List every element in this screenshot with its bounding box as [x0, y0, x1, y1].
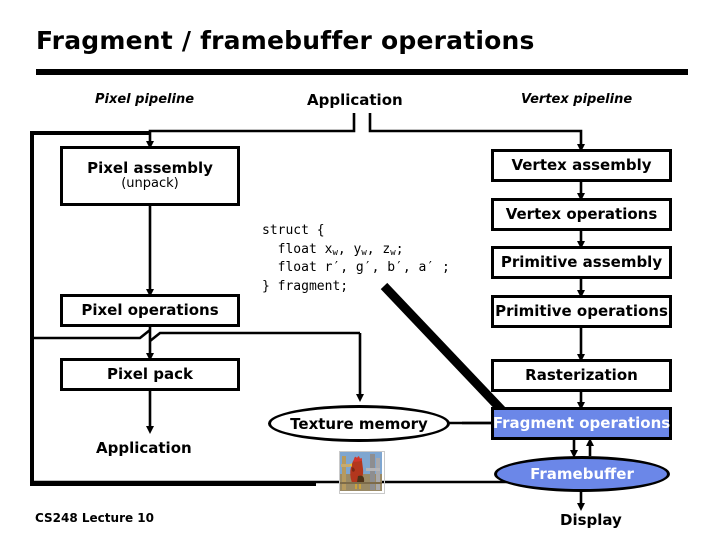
- column-header-vertex-pipeline: Vertex pipeline: [521, 92, 633, 107]
- ellipse-framebuffer[interactable]: Framebuffer: [494, 456, 670, 492]
- box-pixel-pack[interactable]: Pixel pack: [60, 358, 240, 391]
- frame-top-edge: [30, 131, 150, 135]
- title-divider: [36, 69, 688, 75]
- box-fragment-operations-label: Fragment operations: [492, 414, 671, 433]
- box-rasterization-label: Rasterization: [525, 366, 638, 385]
- code-line-2-mid-2: , z: [366, 241, 391, 257]
- code-line-4: } fragment;: [262, 279, 349, 295]
- box-primitive-operations-label: Primitive operations: [495, 302, 668, 321]
- column-header-application: Application: [307, 91, 403, 109]
- box-primitive-assembly[interactable]: Primitive assembly: [491, 246, 672, 279]
- label-application-output: Application: [96, 439, 192, 457]
- code-line-1: struct {: [262, 223, 325, 238]
- label-display: Display: [560, 511, 622, 529]
- box-vertex-assembly-label: Vertex assembly: [511, 156, 652, 175]
- box-pixel-assembly-sublabel: (unpack): [121, 176, 179, 192]
- ellipse-texture-memory[interactable]: Texture memory: [268, 405, 450, 442]
- code-line-3: float r′, g′, b′, a′ ;: [262, 260, 450, 276]
- box-vertex-operations[interactable]: Vertex operations: [491, 198, 672, 231]
- frame-left-edge: [30, 131, 34, 486]
- slide-footer: CS248 Lecture 10: [35, 511, 155, 525]
- ellipse-framebuffer-label: Framebuffer: [530, 465, 634, 483]
- box-primitive-assembly-label: Primitive assembly: [500, 253, 663, 272]
- page-title: Fragment / framebuffer operations: [36, 26, 535, 55]
- slide-canvas: Fragment / framebuffer operations Pixel …: [0, 0, 720, 540]
- box-fragment-operations[interactable]: Fragment operations: [491, 407, 672, 440]
- rooster-photo-icon: [340, 452, 382, 491]
- column-header-pixel-pipeline: Pixel pipeline: [95, 92, 195, 107]
- box-pixel-operations-label: Pixel operations: [81, 301, 219, 320]
- box-pixel-assembly-label: Pixel assembly: [87, 159, 213, 178]
- box-vertex-operations-label: Vertex operations: [505, 205, 658, 224]
- frame-bottom-edge: [30, 482, 316, 486]
- box-primitive-operations[interactable]: Primitive operations: [491, 295, 672, 328]
- code-line-2-prefix: float x: [262, 241, 333, 257]
- box-pixel-assembly[interactable]: Pixel assembly (unpack): [60, 146, 240, 206]
- box-vertex-assembly[interactable]: Vertex assembly: [491, 149, 672, 182]
- code-line-2-sub-2: w: [361, 247, 367, 258]
- code-line-2-sub-3: w: [390, 247, 396, 258]
- texture-thumbnail-image: [339, 451, 385, 494]
- fragment-struct-code: struct { float xw, yw, zw; float r′, g′,…: [262, 222, 450, 297]
- code-line-2-mid-1: , y: [337, 241, 362, 257]
- box-rasterization[interactable]: Rasterization: [491, 359, 672, 392]
- box-pixel-operations[interactable]: Pixel operations: [60, 294, 240, 327]
- code-line-2-suffix: ;: [395, 241, 404, 257]
- code-line-2-sub-1: w: [332, 247, 338, 258]
- box-pixel-pack-label: Pixel pack: [106, 365, 194, 384]
- ellipse-texture-memory-label: Texture memory: [290, 414, 428, 433]
